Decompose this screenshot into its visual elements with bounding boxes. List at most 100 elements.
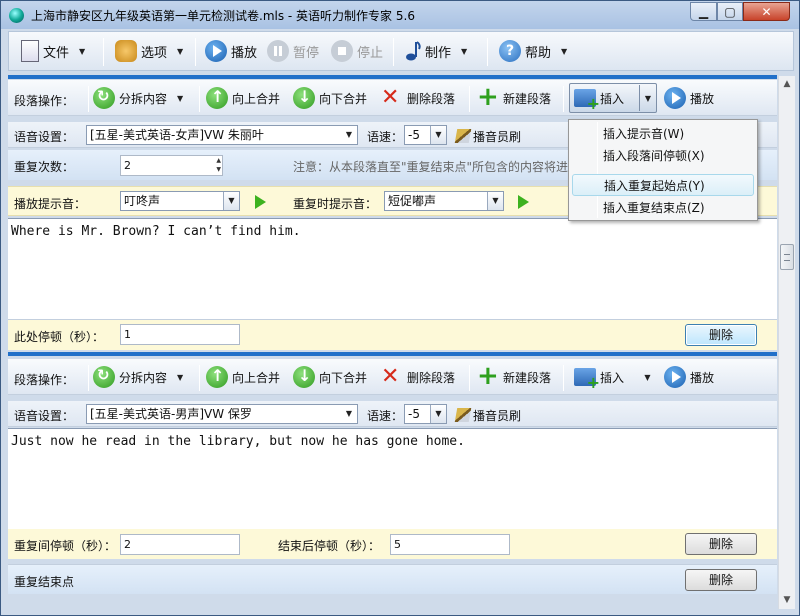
hint-sound-select[interactable]: 叮咚声 ▼ bbox=[120, 191, 240, 211]
paragraph-1-text[interactable]: Where is Mr. Brown? I can’t find him. bbox=[8, 218, 777, 320]
delete-paragraph-button[interactable]: ✕ 删除段落 bbox=[381, 364, 455, 390]
chevron-down-icon: ▼ bbox=[345, 130, 353, 139]
split-label: 分拆内容 bbox=[119, 91, 168, 106]
repeat-gap-label: 重复间停顿（秒）： bbox=[14, 539, 117, 553]
pause-icon bbox=[267, 40, 289, 62]
insert-icon bbox=[574, 89, 600, 113]
play-button[interactable]: 播放 bbox=[205, 38, 257, 64]
insert-button[interactable]: 插入 bbox=[574, 364, 625, 392]
merge-up-button[interactable]: 向上合并 bbox=[206, 364, 280, 390]
spinner-arrows-icon[interactable]: ▲ ▼ bbox=[216, 156, 221, 174]
menu-item-insert-hint-sound[interactable]: 插入提示音(W) bbox=[572, 123, 754, 145]
insert-label: 插入 bbox=[600, 370, 625, 385]
pause-seconds-value: 1 bbox=[124, 328, 131, 341]
pause-button[interactable]: 暂停 bbox=[267, 38, 319, 64]
play-icon bbox=[664, 366, 686, 388]
options-menu-button[interactable]: 选项 ▼ bbox=[115, 38, 183, 64]
preview-hint-play-icon[interactable] bbox=[255, 195, 266, 209]
end-pause-label: 结束后停顿（秒）： bbox=[278, 539, 381, 553]
menu-item-insert-paragraph-pause[interactable]: 插入段落间停顿(X) bbox=[572, 145, 754, 167]
repeat-count-value: 2 bbox=[124, 159, 131, 172]
music-note-icon bbox=[405, 40, 421, 62]
toolbar-divider bbox=[563, 86, 564, 112]
voice-select[interactable]: [五星-美式英语-女声]VW 朱丽叶 ▼ bbox=[86, 125, 358, 145]
split-content-button[interactable]: 分拆内容 ▼ bbox=[93, 364, 183, 390]
make-menu-button[interactable]: 制作 ▼ bbox=[405, 38, 467, 64]
speed-select[interactable]: -5 ▼ bbox=[404, 125, 447, 145]
chevron-down-icon: ▼ bbox=[461, 46, 468, 56]
toolbar-divider bbox=[199, 86, 200, 112]
repeat-pause-row: 重复间停顿（秒）： 2 结束后停顿（秒）： 5 删除 bbox=[8, 529, 777, 559]
repeat-hint-sound-label: 重复时提示音： bbox=[293, 197, 378, 211]
paragraph-2-text[interactable]: Just now he read in the library, but now… bbox=[8, 428, 777, 530]
split-content-button[interactable]: 分拆内容 ▼ bbox=[93, 85, 183, 111]
announcer-brush-button[interactable]: 播音员刷 bbox=[454, 407, 521, 424]
delete-paragraph-label: 删除段落 bbox=[407, 370, 456, 385]
repeat-count-label: 重复次数： bbox=[14, 160, 75, 174]
paragraph-2-header-bar bbox=[8, 352, 777, 356]
merge-up-label: 向上合并 bbox=[232, 370, 281, 385]
make-menu-label: 制作 bbox=[425, 45, 452, 61]
file-menu-label: 文件 bbox=[43, 45, 70, 61]
speed-select[interactable]: -5 ▼ bbox=[404, 404, 447, 424]
chevron-down-icon: ▼ bbox=[430, 405, 446, 423]
merge-down-button[interactable]: 向下合并 bbox=[293, 364, 367, 390]
paragraph-play-label: 播放 bbox=[690, 91, 715, 106]
maximize-button[interactable]: ▢ bbox=[717, 2, 743, 21]
paragraph-play-label: 播放 bbox=[690, 370, 715, 385]
chevron-down-icon: ▼ bbox=[644, 372, 651, 382]
chevron-down-icon: ▼ bbox=[561, 46, 568, 56]
delete-repeat-button[interactable]: 删除 bbox=[685, 533, 757, 555]
plus-icon: + bbox=[477, 361, 499, 391]
main-toolbar: 文件 ▼ 选项 ▼ 播放 暂停 停止 制作 ▼ ? 帮助 ▼ bbox=[8, 31, 794, 71]
scrollbar-thumb[interactable] bbox=[780, 244, 794, 270]
vertical-scrollbar[interactable]: ▲ ▼ bbox=[778, 76, 795, 609]
scroll-down-arrow-icon[interactable]: ▼ bbox=[779, 592, 795, 609]
stop-icon bbox=[331, 40, 353, 62]
toolbar-divider bbox=[487, 38, 488, 66]
menu-item-insert-repeat-end[interactable]: 插入重复结束点(Z) bbox=[572, 197, 754, 219]
chevron-down-icon: ▼ bbox=[644, 93, 652, 103]
repeat-end-label: 重复结束点 bbox=[14, 575, 75, 589]
delete-repeat-end-button[interactable]: 删除 bbox=[685, 569, 757, 591]
file-menu-button[interactable]: 文件 ▼ bbox=[21, 38, 85, 64]
paragraph-ops-label: 段落操作： bbox=[14, 94, 75, 108]
repeat-count-spinner[interactable]: 2 ▲ ▼ bbox=[120, 155, 223, 176]
delete-pause-button[interactable]: 删除 bbox=[685, 324, 757, 346]
toolbar-divider bbox=[469, 365, 470, 391]
merge-up-button[interactable]: 向上合并 bbox=[206, 85, 280, 111]
chevron-down-icon: ▼ bbox=[177, 46, 184, 56]
help-menu-button[interactable]: ? 帮助 ▼ bbox=[499, 38, 567, 64]
voice-select[interactable]: [五星-美式英语-男声]VW 保罗 ▼ bbox=[86, 404, 358, 424]
title-bar: 上海市静安区九年级英语第一单元检测试卷.mls - 英语听力制作专家 5.6 ▁… bbox=[1, 1, 799, 29]
repeat-hint-sound-select[interactable]: 短促嘟声 ▼ bbox=[384, 191, 504, 211]
insert-button[interactable]: 插入 bbox=[574, 85, 624, 113]
chevron-down-icon: ▼ bbox=[177, 93, 184, 103]
insert-dropdown-button[interactable]: ▼ bbox=[639, 364, 656, 390]
voice-select-value: [五星-美式英语-女声]VW 朱丽叶 bbox=[90, 128, 264, 142]
minimize-button[interactable]: ▁ bbox=[690, 2, 717, 21]
paragraph-1-toolbar: 段落操作： 分拆内容 ▼ 向上合并 向下合并 ✕ 删除段落 + 新建段落 插 bbox=[8, 80, 777, 116]
delete-paragraph-button[interactable]: ✕ 删除段落 bbox=[381, 85, 455, 111]
close-button[interactable]: ✕ bbox=[743, 2, 790, 21]
end-pause-value: 5 bbox=[394, 538, 401, 551]
merge-down-label: 向下合并 bbox=[319, 91, 368, 106]
window-title: 上海市静安区九年级英语第一单元检测试卷.mls - 英语听力制作专家 5.6 bbox=[31, 9, 415, 23]
merge-down-button[interactable]: 向下合并 bbox=[293, 85, 367, 111]
menu-item-insert-repeat-start[interactable]: 插入重复起始点(Y) bbox=[572, 174, 754, 196]
repeat-gap-input[interactable]: 2 bbox=[120, 534, 240, 555]
paragraph-play-button[interactable]: 播放 bbox=[664, 364, 714, 390]
preview-repeat-hint-play-icon[interactable] bbox=[518, 195, 529, 209]
paragraph-play-button[interactable]: 播放 bbox=[664, 85, 714, 111]
announcer-brush-button[interactable]: 播音员刷 bbox=[454, 128, 521, 145]
paragraph-ops-label: 段落操作： bbox=[14, 373, 75, 387]
scroll-up-arrow-icon[interactable]: ▲ bbox=[779, 76, 795, 93]
new-paragraph-button[interactable]: + 新建段落 bbox=[477, 84, 551, 111]
app-icon bbox=[9, 8, 24, 23]
arrow-up-icon bbox=[206, 366, 228, 388]
end-pause-input[interactable]: 5 bbox=[390, 534, 510, 555]
insert-dropdown-button[interactable]: ▼ bbox=[639, 85, 656, 111]
new-paragraph-button[interactable]: + 新建段落 bbox=[477, 361, 551, 391]
stop-button[interactable]: 停止 bbox=[331, 38, 383, 64]
pause-seconds-input[interactable]: 1 bbox=[120, 324, 240, 345]
